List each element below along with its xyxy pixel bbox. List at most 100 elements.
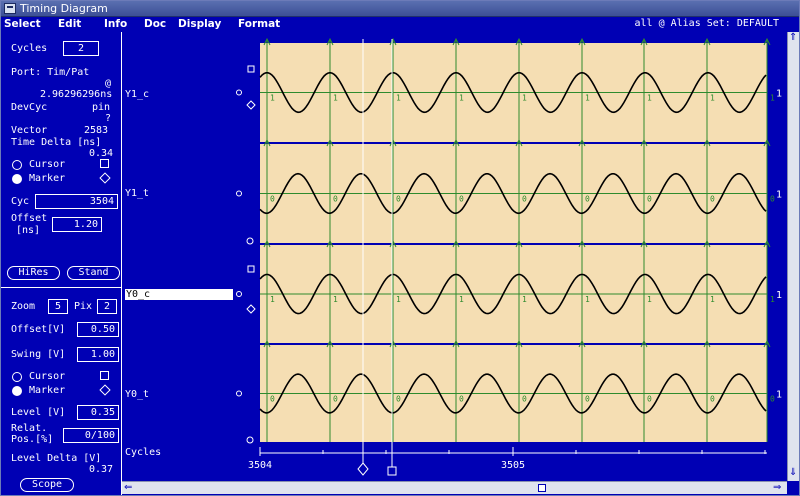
edge-mark: 1 xyxy=(647,94,652,103)
timing-diagram-window: Timing Diagram Select Edit Info Doc Disp… xyxy=(0,0,800,496)
window-icon[interactable] xyxy=(4,3,16,14)
edge-arrow-icon xyxy=(326,37,334,46)
edge-mark: 0 xyxy=(647,395,652,404)
cursor-label: Cursor xyxy=(29,159,66,170)
time-delta-label: Time Delta [ns] xyxy=(11,137,102,148)
menu-edit[interactable]: Edit xyxy=(58,18,81,30)
edge-arrow-icon xyxy=(389,138,397,147)
relat-label: Relat. xyxy=(11,423,48,434)
at-label: @ xyxy=(105,78,112,89)
menu-bar: Select Edit Info Doc Display Format all … xyxy=(1,17,799,31)
zoom-input[interactable]: 5 xyxy=(48,299,68,314)
menu-select[interactable]: Select xyxy=(4,18,41,30)
offset-unit-label: [ns] xyxy=(16,225,41,236)
cursor-radio-2[interactable] xyxy=(12,372,22,382)
scope-button[interactable]: Scope xyxy=(20,478,74,492)
axis-tick-label: 3505 xyxy=(501,460,525,471)
cursor-radio[interactable] xyxy=(12,160,22,170)
relat-pos-input[interactable]: 0/100 xyxy=(63,428,119,443)
square-icon xyxy=(100,371,109,380)
lane-circle-icon xyxy=(236,89,242,96)
swing-input[interactable]: 1.00 xyxy=(77,347,119,362)
edge-arrow-icon xyxy=(640,239,648,248)
edge-mark: 0 xyxy=(522,195,527,204)
axis-tick-label: 3504 xyxy=(248,460,272,471)
edge-mark: 1 xyxy=(333,295,338,304)
pin-label: pin xyxy=(92,102,111,113)
edge-arrow-icon xyxy=(640,339,648,348)
alias-set-status: all @ Alias Set: DEFAULT xyxy=(634,18,780,29)
arrow-right-icon[interactable]: ⇒ xyxy=(773,483,781,493)
edge-arrow-icon xyxy=(703,138,711,147)
devcyc-label: DevCyc xyxy=(11,102,48,113)
offset-label: Offset xyxy=(11,213,48,224)
signal-name-y1-c[interactable]: Y1_c xyxy=(125,89,149,100)
arrow-down-icon[interactable]: ⇓ xyxy=(789,468,797,478)
waveform xyxy=(259,373,767,414)
menu-display[interactable]: Display xyxy=(178,18,221,30)
diamond-icon xyxy=(99,384,111,396)
arrow-up-icon[interactable]: ⇑ xyxy=(789,33,797,43)
stand-button[interactable]: Stand xyxy=(67,266,120,280)
vertical-scrollbar[interactable]: ⇑ ⇓ xyxy=(787,32,799,481)
level-delta-value: 0.37 xyxy=(89,464,114,475)
edge-mark: 1 xyxy=(585,94,590,103)
edge-arrow-icon xyxy=(326,239,334,248)
signal-lane xyxy=(260,144,767,243)
marker-radio[interactable] xyxy=(12,174,22,184)
edge-mark: 1 xyxy=(770,295,775,304)
cursor-label-2: Cursor xyxy=(29,371,66,382)
level-input[interactable]: 0.35 xyxy=(77,405,119,420)
cyc-label: Cyc xyxy=(11,196,30,207)
cycles-input[interactable]: 2 xyxy=(63,41,99,56)
horizontal-scrollbar[interactable]: ⇐ ⇒ xyxy=(122,481,787,494)
cyc-input[interactable]: 3504 xyxy=(35,194,118,209)
marker-label-2: Marker xyxy=(29,385,66,396)
edge-mark: 0 xyxy=(770,395,775,404)
panel-divider xyxy=(1,287,122,288)
cycles-label: Cycles xyxy=(11,43,48,54)
menu-format[interactable]: Format xyxy=(238,18,280,30)
arrow-left-icon[interactable]: ⇐ xyxy=(124,483,132,493)
marker-radio-2[interactable] xyxy=(12,386,22,396)
signal-name-y0-c[interactable]: Y0_c xyxy=(125,289,233,300)
edge-mark: 1 xyxy=(396,94,401,103)
offset-input[interactable]: 1.20 xyxy=(52,217,102,232)
edge-mark: 1 xyxy=(647,295,652,304)
signal-name-y0-t[interactable]: Y0_t xyxy=(125,389,149,400)
edge-mark: 1 xyxy=(459,295,464,304)
edge-arrow-icon xyxy=(326,339,334,348)
zoom-label: Zoom xyxy=(11,301,36,312)
window-title: Timing Diagram xyxy=(20,2,108,15)
signal-name-y1-t[interactable]: Y1_t xyxy=(125,188,149,199)
edge-arrow-icon xyxy=(389,339,397,348)
edge-mark: 0 xyxy=(270,395,275,404)
vector-label: Vector xyxy=(11,125,48,136)
lane-end-icon xyxy=(246,237,254,245)
hires-button[interactable]: HiRes xyxy=(7,266,60,280)
period-value: 2.96296296ns xyxy=(40,89,113,100)
lane-right-label: 1 xyxy=(776,190,782,201)
edge-arrow-icon xyxy=(763,138,771,147)
edge-arrow-icon xyxy=(763,339,771,348)
pix-input[interactable]: 2 xyxy=(97,299,117,314)
edge-mark: 1 xyxy=(770,94,775,103)
axis-label: Cycles xyxy=(125,447,162,458)
title-bar: Timing Diagram xyxy=(1,1,799,17)
edge-arrow-icon xyxy=(763,239,771,248)
menu-info[interactable]: Info xyxy=(104,18,127,30)
relat-pos-label: Pos.[%] xyxy=(11,434,54,445)
edge-arrow-icon xyxy=(452,239,460,248)
edge-mark: 0 xyxy=(710,395,715,404)
edge-mark: 1 xyxy=(396,295,401,304)
scroll-thumb[interactable] xyxy=(538,484,546,492)
edge-arrow-icon xyxy=(263,37,271,46)
offset-v-input[interactable]: 0.50 xyxy=(77,322,119,337)
edge-arrow-icon xyxy=(578,339,586,348)
menu-doc[interactable]: Doc xyxy=(144,18,166,30)
edge-arrow-icon xyxy=(578,37,586,46)
edge-mark: 0 xyxy=(585,395,590,404)
edge-mark: 1 xyxy=(522,295,527,304)
edge-arrow-icon xyxy=(703,339,711,348)
cursor-square-icon xyxy=(247,265,255,273)
